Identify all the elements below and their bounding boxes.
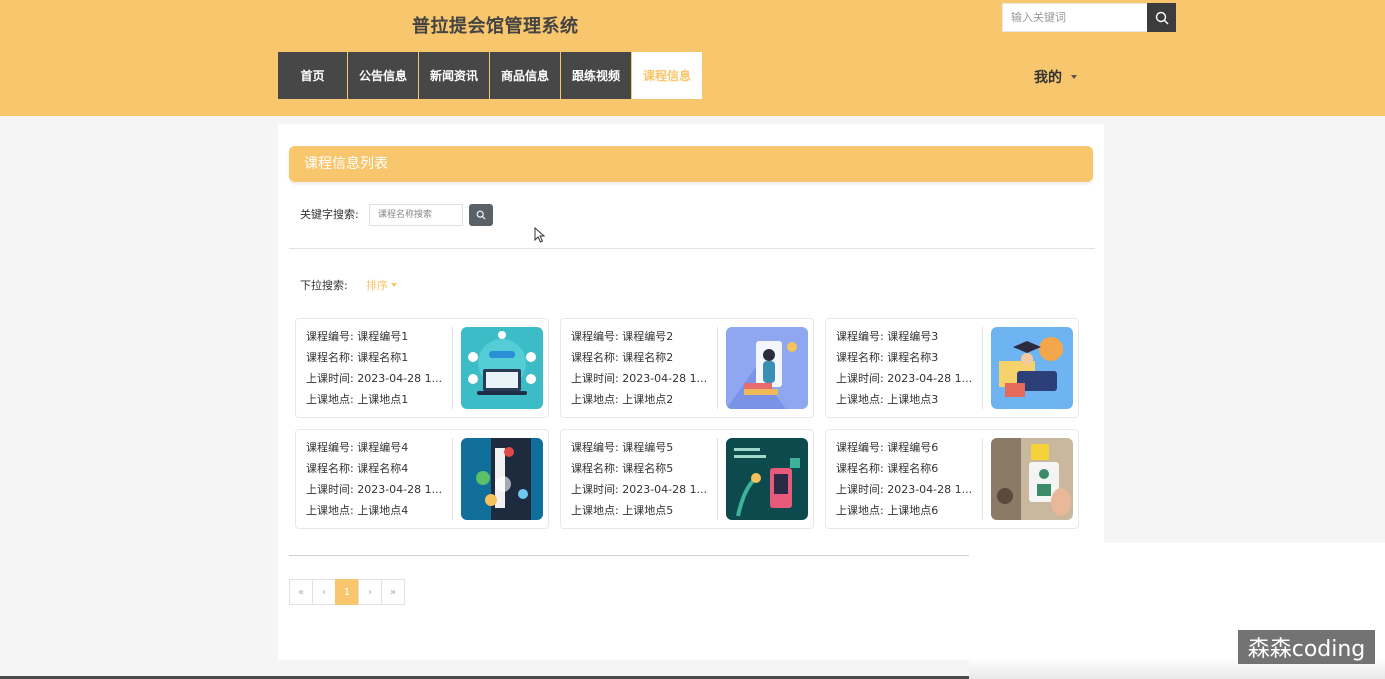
card-info: 课程编号: 课程编号6 课程名称: 课程名称6 上课时间: 2023-04-28… bbox=[836, 437, 979, 521]
top-search-button[interactable] bbox=[1147, 3, 1176, 32]
course-image[interactable] bbox=[726, 327, 808, 409]
card-info: 课程编号: 课程编号4 课程名称: 课程名称4 上课时间: 2023-04-28… bbox=[306, 437, 449, 521]
search-icon bbox=[1155, 11, 1168, 24]
course-name: 课程名称: 课程名称2 bbox=[571, 351, 674, 364]
nav-notice[interactable]: 公告信息 bbox=[348, 52, 418, 99]
keyword-label: 关键字搜索: bbox=[300, 208, 359, 221]
user-menu-label: 我的 bbox=[1034, 70, 1062, 86]
course-card[interactable]: 课程编号: 课程编号1 课程名称: 课程名称1 上课时间: 2023-04-28… bbox=[295, 318, 549, 418]
keyword-search-button[interactable] bbox=[469, 204, 493, 226]
course-place: 上课地点: 上课地点3 bbox=[836, 393, 939, 406]
course-card[interactable]: 课程编号: 课程编号6 课程名称: 课程名称6 上课时间: 2023-04-28… bbox=[825, 429, 1079, 529]
divider bbox=[289, 248, 1095, 249]
chevron-down-icon bbox=[1071, 75, 1077, 79]
pagination: « ‹ 1 › » bbox=[289, 579, 405, 605]
course-place: 上课地点: 上课地点5 bbox=[571, 504, 674, 517]
page-first-button[interactable]: « bbox=[289, 579, 313, 605]
course-place: 上课地点: 上课地点1 bbox=[306, 393, 409, 406]
course-name: 课程名称: 课程名称6 bbox=[836, 462, 939, 475]
course-image[interactable] bbox=[991, 438, 1073, 520]
card-divider bbox=[717, 327, 718, 409]
card-info: 课程编号: 课程编号2 课程名称: 课程名称2 上课时间: 2023-04-28… bbox=[571, 326, 714, 410]
course-place: 上课地点: 上课地点4 bbox=[306, 504, 409, 517]
nav-goods[interactable]: 商品信息 bbox=[490, 52, 560, 99]
course-name: 课程名称: 课程名称4 bbox=[306, 462, 409, 475]
card-divider bbox=[452, 327, 453, 409]
chevron-down-icon bbox=[391, 283, 397, 287]
page-current[interactable]: 1 bbox=[335, 579, 359, 605]
user-menu[interactable]: 我的 bbox=[1034, 67, 1077, 87]
card-divider bbox=[717, 438, 718, 520]
course-card[interactable]: 课程编号: 课程编号5 课程名称: 课程名称5 上课时间: 2023-04-28… bbox=[560, 429, 814, 529]
page-prev-button[interactable]: ‹ bbox=[312, 579, 336, 605]
course-image[interactable] bbox=[461, 438, 543, 520]
course-name: 课程名称: 课程名称5 bbox=[571, 462, 674, 475]
course-image[interactable] bbox=[726, 438, 808, 520]
top-search-input[interactable] bbox=[1002, 3, 1147, 32]
mouse-cursor-icon bbox=[534, 227, 546, 243]
course-name: 课程名称: 课程名称1 bbox=[306, 351, 409, 364]
nav-video[interactable]: 跟练视频 bbox=[561, 52, 631, 99]
course-no: 课程编号: 课程编号5 bbox=[571, 441, 674, 454]
course-no: 课程编号: 课程编号3 bbox=[836, 330, 939, 343]
card-info: 课程编号: 课程编号1 课程名称: 课程名称1 上课时间: 2023-04-28… bbox=[306, 326, 449, 410]
course-card[interactable]: 课程编号: 课程编号4 课程名称: 课程名称4 上课时间: 2023-04-28… bbox=[295, 429, 549, 529]
card-divider bbox=[982, 438, 983, 520]
course-image[interactable] bbox=[991, 327, 1073, 409]
course-place: 上课地点: 上课地点2 bbox=[571, 393, 674, 406]
course-no: 课程编号: 课程编号2 bbox=[571, 330, 674, 343]
course-no: 课程编号: 课程编号4 bbox=[306, 441, 409, 454]
nav-home[interactable]: 首页 bbox=[278, 52, 347, 99]
course-time: 上课时间: 2023-04-28 1... bbox=[836, 372, 973, 385]
card-info: 课程编号: 课程编号3 课程名称: 课程名称3 上课时间: 2023-04-28… bbox=[836, 326, 979, 410]
sort-label: 排序 bbox=[366, 279, 388, 292]
watermark: 森森coding bbox=[1238, 630, 1375, 664]
course-time: 上课时间: 2023-04-28 1... bbox=[571, 483, 708, 496]
top-search bbox=[1002, 3, 1176, 32]
card-divider bbox=[452, 438, 453, 520]
course-time: 上课时间: 2023-04-28 1... bbox=[306, 483, 443, 496]
keyword-search-input[interactable] bbox=[369, 204, 463, 226]
header-bar: 普拉提会馆管理系统 首页 公告信息 新闻资讯 商品信息 跟练视频 课程信息 我的 bbox=[0, 0, 1385, 116]
course-time: 上课时间: 2023-04-28 1... bbox=[571, 372, 708, 385]
course-time: 上课时间: 2023-04-28 1... bbox=[306, 372, 443, 385]
page-last-button[interactable]: » bbox=[381, 579, 405, 605]
course-card[interactable]: 课程编号: 课程编号2 课程名称: 课程名称2 上课时间: 2023-04-28… bbox=[560, 318, 814, 418]
course-time: 上课时间: 2023-04-28 1... bbox=[836, 483, 973, 496]
course-no: 课程编号: 课程编号6 bbox=[836, 441, 939, 454]
main-nav: 首页 公告信息 新闻资讯 商品信息 跟练视频 课程信息 bbox=[278, 52, 703, 99]
course-no: 课程编号: 课程编号1 bbox=[306, 330, 409, 343]
sort-dropdown[interactable]: 排序 bbox=[366, 277, 397, 293]
card-divider bbox=[982, 327, 983, 409]
course-name: 课程名称: 课程名称3 bbox=[836, 351, 939, 364]
course-card[interactable]: 课程编号: 课程编号3 课程名称: 课程名称3 上课时间: 2023-04-28… bbox=[825, 318, 1079, 418]
course-image[interactable] bbox=[461, 327, 543, 409]
course-place: 上课地点: 上课地点6 bbox=[836, 504, 939, 517]
list-title: 课程信息列表 bbox=[289, 146, 1093, 182]
search-icon bbox=[476, 210, 486, 220]
nav-course[interactable]: 课程信息 bbox=[632, 52, 702, 99]
nav-news[interactable]: 新闻资讯 bbox=[419, 52, 489, 99]
card-info: 课程编号: 课程编号5 课程名称: 课程名称5 上课时间: 2023-04-28… bbox=[571, 437, 714, 521]
site-title: 普拉提会馆管理系统 bbox=[412, 16, 579, 37]
dropdown-label: 下拉搜索: bbox=[300, 279, 348, 292]
page-next-button[interactable]: › bbox=[358, 579, 382, 605]
